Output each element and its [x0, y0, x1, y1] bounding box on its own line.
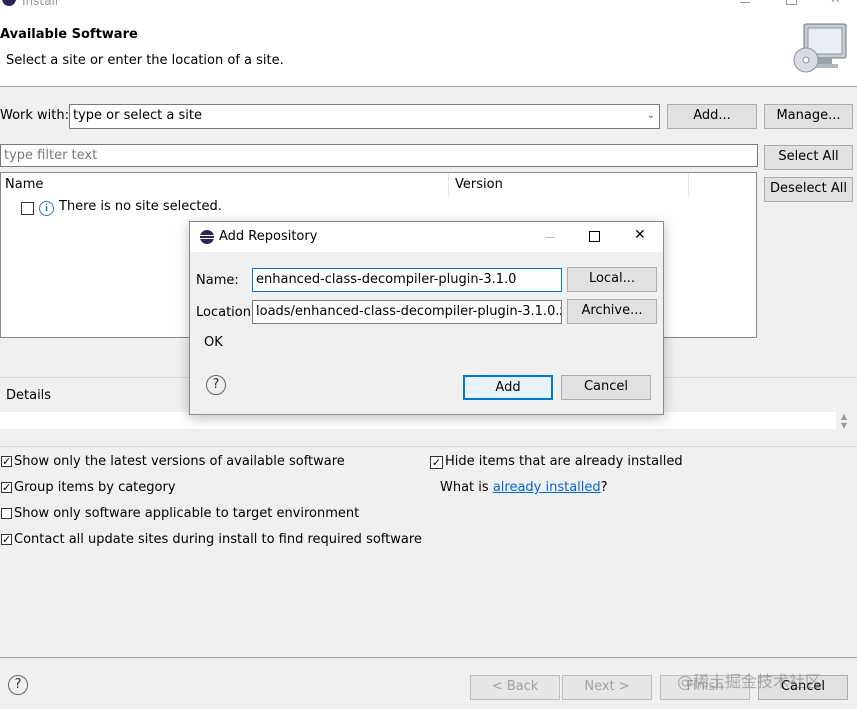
option-label: Contact all update sites during install …	[14, 532, 422, 547]
name-input[interactable]: enhanced-class-decompiler-plugin-3.1.0	[252, 268, 562, 292]
dialog-title: Add Repository	[219, 229, 318, 244]
filter-input[interactable]: type filter text	[0, 144, 758, 167]
details-label: Details	[6, 388, 52, 403]
table-row-text: There is no site selected.	[59, 199, 222, 214]
already-installed-link[interactable]: already installed	[493, 480, 601, 495]
select-all-button[interactable]: Select All	[764, 145, 853, 170]
dialog-close-icon[interactable]: ✕	[634, 227, 646, 243]
local-button[interactable]: Local...	[567, 267, 657, 292]
what-is-suffix: ?	[600, 480, 608, 495]
scroll-arrows-icon[interactable]: ▲ ▼	[838, 412, 850, 432]
name-label: Name:	[196, 273, 239, 288]
footer-divider	[0, 657, 857, 658]
option-hide-installed[interactable]: ✓ Hide items that are already installed	[429, 453, 849, 471]
header-banner	[0, 12, 857, 86]
info-icon: i	[39, 201, 54, 216]
watermark: @稀土掘金技术社区	[677, 672, 822, 691]
what-is-prefix: What is	[440, 480, 493, 495]
add-button[interactable]: Add	[463, 375, 553, 400]
checkbox-checked[interactable]: ✓	[1, 482, 12, 493]
site-combo-text: type or select a site	[73, 108, 202, 123]
location-input-value: loads/enhanced-class-decompiler-plugin-3…	[256, 304, 562, 319]
help-icon[interactable]: ?	[8, 675, 28, 695]
option-target-environment[interactable]: Show only software applicable to target …	[0, 505, 420, 523]
checkbox-checked[interactable]: ✓	[1, 534, 12, 545]
location-input[interactable]: loads/enhanced-class-decompiler-plugin-3…	[252, 300, 562, 324]
manage-button[interactable]: Manage...	[764, 104, 853, 129]
page-subtitle: Select a site or enter the location of a…	[6, 53, 284, 68]
column-divider	[688, 174, 689, 196]
table-header-name[interactable]: Name	[5, 177, 43, 192]
column-divider	[448, 174, 449, 196]
checkbox-unchecked[interactable]	[1, 508, 12, 519]
table-row[interactable]: i There is no site selected.	[20, 199, 420, 217]
checkbox-checked[interactable]: ✓	[430, 456, 443, 469]
close-icon[interactable]: ✕	[830, 0, 841, 7]
back-button[interactable]: < Back	[470, 675, 560, 700]
install-wizard-icon	[790, 20, 850, 80]
name-input-value: enhanced-class-decompiler-plugin-3.1.0	[256, 272, 517, 287]
what-is-line: What is already installed?	[440, 480, 608, 495]
dialog-minimize-icon[interactable]	[545, 237, 555, 238]
window-title: Install	[22, 0, 59, 8]
maximize-icon[interactable]	[786, 0, 797, 5]
checkbox-checked[interactable]: ✓	[1, 456, 12, 467]
option-label: Show only the latest versions of availab…	[14, 454, 345, 469]
table-header-version[interactable]: Version	[455, 177, 503, 192]
option-latest-versions[interactable]: ✓ Show only the latest versions of avail…	[0, 453, 420, 471]
work-with-label: Work with:	[0, 108, 70, 123]
options-divider	[0, 446, 857, 447]
option-label: Hide items that are already installed	[445, 454, 683, 469]
add-site-button[interactable]: Add...	[667, 104, 757, 129]
dialog-maximize-icon[interactable]	[589, 231, 600, 242]
title-bar	[0, 0, 857, 12]
deselect-all-button[interactable]: Deselect All	[764, 177, 853, 202]
archive-button[interactable]: Archive...	[567, 299, 657, 324]
next-button[interactable]: Next >	[562, 675, 652, 700]
option-label: Group items by category	[14, 480, 176, 495]
location-label: Location:	[196, 305, 256, 320]
help-icon[interactable]: ?	[206, 375, 226, 395]
minimize-icon[interactable]	[740, 2, 750, 3]
dialog-cancel-button[interactable]: Cancel	[561, 375, 651, 400]
option-label: Show only software applicable to target …	[14, 506, 360, 521]
option-group-by-category[interactable]: ✓ Group items by category	[0, 479, 420, 497]
status-message: OK	[204, 335, 223, 350]
row-checkbox[interactable]	[21, 202, 34, 215]
header-divider	[0, 86, 857, 87]
eclipse-icon	[200, 230, 214, 244]
filter-placeholder: type filter text	[4, 148, 98, 163]
chevron-down-icon[interactable]: ⌄	[647, 105, 655, 127]
add-repository-dialog: Add Repository ✕ Name: enhanced-class-de…	[189, 221, 664, 415]
site-combo[interactable]: type or select a site ⌄	[69, 104, 660, 129]
page-title: Available Software	[0, 27, 138, 42]
option-contact-update-sites[interactable]: ✓ Contact all update sites during instal…	[0, 531, 422, 549]
